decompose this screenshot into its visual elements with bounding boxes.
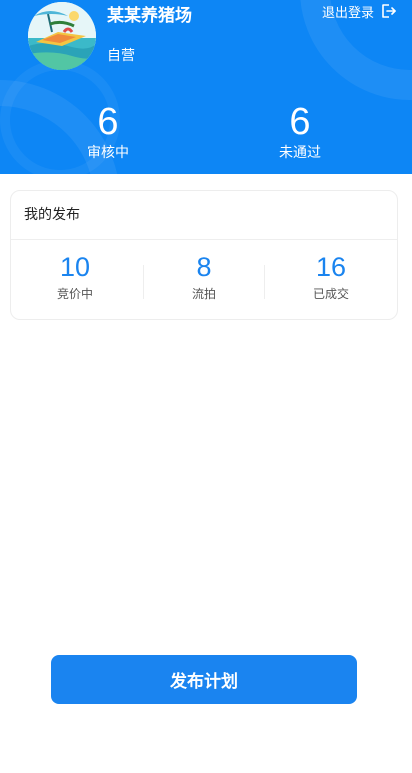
metric-completed[interactable]: 16 已成交 xyxy=(276,251,386,303)
stat-label: 审核中 xyxy=(87,145,129,161)
divider xyxy=(11,239,397,240)
stat-rejected[interactable]: 6 未通过 xyxy=(240,100,360,162)
metric-bidding[interactable]: 10 竞价中 xyxy=(20,251,130,303)
stat-label: 未通过 xyxy=(279,145,321,161)
logout-arrow-icon xyxy=(382,4,396,18)
profile-header: 某某养猪场 自营 退出登录 6 审核中 6 未通过 xyxy=(0,0,412,174)
publish-plan-button[interactable]: 发布计划 xyxy=(51,655,357,704)
metric-label: 已成交 xyxy=(312,287,349,301)
divider xyxy=(143,265,144,299)
metric-value: 10 xyxy=(59,252,91,282)
logout-label: 退出登录 xyxy=(321,5,374,21)
stat-value: 6 xyxy=(97,101,119,143)
stat-under-review[interactable]: 6 审核中 xyxy=(48,100,168,162)
farm-type-label: 自营 xyxy=(107,48,135,64)
metric-label: 竞价中 xyxy=(56,287,93,301)
metric-value: 8 xyxy=(196,252,212,282)
card-title: 我的发布 xyxy=(24,207,80,223)
metric-value: 16 xyxy=(315,252,347,282)
metric-label: 流拍 xyxy=(191,287,216,301)
avatar[interactable] xyxy=(28,2,96,70)
metric-unsold[interactable]: 8 流拍 xyxy=(149,251,259,303)
divider xyxy=(264,265,265,299)
stat-value: 6 xyxy=(289,101,311,143)
logout-button[interactable]: 退出登录 xyxy=(322,0,396,22)
farm-name: 某某养猪场 xyxy=(107,6,192,26)
my-posts-card: 我的发布 10 竞价中 8 流拍 16 已成交 xyxy=(10,190,398,320)
beach-illustration-avatar-icon xyxy=(28,2,96,70)
